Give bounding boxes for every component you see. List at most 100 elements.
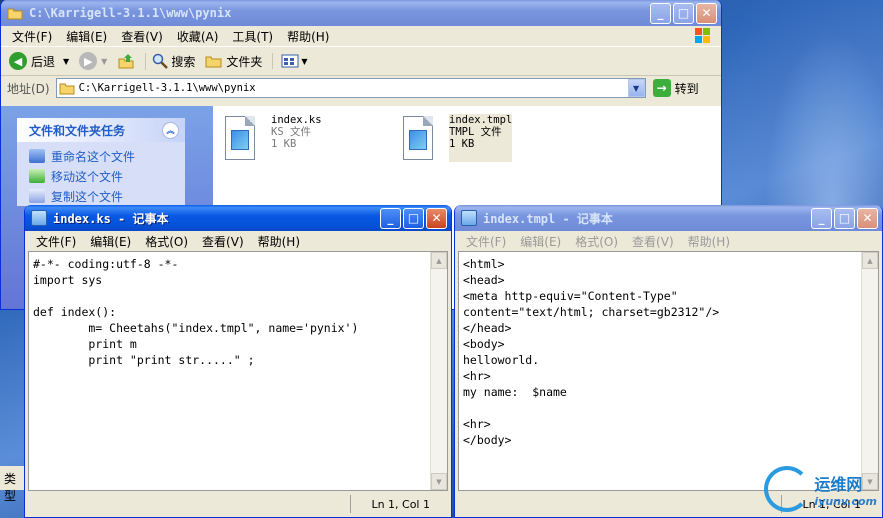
menu-format[interactable]: 格式(O): [138, 233, 195, 250]
search-icon: [153, 53, 169, 69]
close-button[interactable]: ✕: [426, 207, 447, 229]
watermark-line1: 运维网: [814, 474, 863, 494]
back-arrow-icon: ◀: [9, 52, 27, 70]
file-item-index-ks[interactable]: index.ks KS 文件 1 KB: [221, 114, 322, 162]
chevron-down-icon[interactable]: ▼: [63, 57, 69, 66]
scroll-down-icon[interactable]: ▼: [431, 473, 447, 490]
vertical-scrollbar[interactable]: ▲ ▼: [861, 252, 878, 490]
file-name: index.tmpl: [449, 114, 513, 126]
scroll-up-icon[interactable]: ▲: [862, 252, 878, 269]
chevron-down-icon: ▼: [101, 56, 108, 66]
maximize-button[interactable]: □: [403, 207, 424, 229]
forward-arrow-icon: ▶: [79, 52, 98, 70]
explorer-menubar: 文件(F) 编辑(E) 查看(V) 收藏(A) 工具(T) 帮助(H): [1, 26, 721, 46]
watermark-line2: iyunv.com: [814, 494, 877, 508]
file-icon: [221, 114, 259, 162]
menu-format[interactable]: 格式(O): [568, 233, 625, 250]
file-size: 1 KB: [271, 138, 297, 150]
explorer-toolbar: ◀ 后退 ▼ ▶ ▼ 搜索 文件夹 ▼: [1, 46, 721, 76]
notepad-titlebar[interactable]: index.ks - 记事本 _ □ ✕: [25, 205, 451, 231]
minimize-button[interactable]: _: [380, 207, 401, 229]
go-button[interactable]: → 转到: [652, 79, 699, 97]
notepad-menubar: 文件(F) 编辑(E) 格式(O) 查看(V) 帮助(H): [25, 231, 451, 251]
folders-label: 文件夹: [226, 54, 263, 69]
notepad-menubar: 文件(F) 编辑(E) 格式(O) 查看(V) 帮助(H): [455, 231, 882, 251]
menu-view[interactable]: 查看(V): [625, 233, 681, 250]
go-label: 转到: [674, 81, 699, 96]
back-label: 后退: [31, 54, 56, 69]
address-label: 地址(D): [7, 81, 50, 96]
minimize-button[interactable]: _: [811, 207, 832, 229]
file-item-index-tmpl[interactable]: index.tmpl TMPL 文件 1 KB: [399, 114, 513, 162]
up-folder-icon: [118, 54, 134, 69]
up-folder-button[interactable]: [117, 52, 135, 70]
menu-view[interactable]: 查看(V): [114, 28, 170, 45]
address-value: C:\Karrigell-3.1.1\www\pynix: [78, 82, 256, 94]
rename-icon: [29, 149, 45, 163]
forward-button[interactable]: ▶ ▼: [79, 52, 107, 70]
site-watermark: 运维网 iyunv.com: [764, 466, 877, 512]
search-button[interactable]: 搜索: [145, 52, 196, 70]
copy-icon: [29, 189, 45, 203]
views-button[interactable]: ▼: [272, 53, 308, 69]
task-label: 复制这个文件: [51, 189, 124, 204]
address-bar: 地址(D) C:\Karrigell-3.1.1\www\pynix ▼ → 转…: [1, 76, 721, 100]
menu-edit[interactable]: 编辑(E): [59, 28, 114, 45]
collapse-chevron-icon[interactable]: ︽: [162, 121, 179, 139]
task-panel-header[interactable]: 文件和文件夹任务 ︽: [17, 118, 185, 142]
window-title: index.ks - 记事本: [53, 211, 169, 226]
windows-logo-icon: [695, 28, 710, 43]
notepad-window-index-ks: index.ks - 记事本 _ □ ✕ 文件(F) 编辑(E) 格式(O) 查…: [24, 205, 452, 518]
explorer-status-fragment: 类型: [0, 466, 26, 503]
minimize-button[interactable]: _: [650, 2, 671, 24]
watermark-logo-icon: [764, 466, 811, 512]
file-meta: index.tmpl TMPL 文件 1 KB: [449, 114, 513, 162]
notepad-icon: [461, 210, 477, 226]
move-icon: [29, 169, 45, 183]
file-type: TMPL 文件: [449, 126, 502, 138]
editor-text[interactable]: <html> <head> <meta http-equiv="Content-…: [459, 252, 861, 490]
window-title: index.tmpl - 记事本: [483, 211, 613, 226]
folders-button[interactable]: 文件夹: [205, 53, 262, 70]
address-dropdown-button[interactable]: ▼: [627, 79, 645, 97]
editor-text[interactable]: #-*- coding:utf-8 -*- import sys def ind…: [29, 252, 430, 490]
menu-edit[interactable]: 编辑(E): [83, 233, 138, 250]
menu-file[interactable]: 文件(F): [5, 28, 59, 45]
menu-view[interactable]: 查看(V): [195, 233, 251, 250]
cursor-position: Ln 1, Col 1: [350, 495, 448, 513]
explorer-titlebar[interactable]: C:\Karrigell-3.1.1\www\pynix _ □ ✕: [1, 0, 721, 26]
chevron-down-icon: ▼: [301, 56, 308, 66]
folder-icon: [7, 8, 23, 20]
file-size: 1 KB: [449, 138, 475, 150]
address-input[interactable]: C:\Karrigell-3.1.1\www\pynix: [55, 78, 646, 98]
search-label: 搜索: [171, 54, 196, 69]
menu-tools[interactable]: 工具(T): [225, 28, 280, 45]
menu-file[interactable]: 文件(F): [459, 233, 513, 250]
folder-icon: [59, 83, 75, 95]
file-icon: [399, 114, 437, 162]
vertical-scrollbar[interactable]: ▲ ▼: [430, 252, 447, 490]
task-rename-file[interactable]: 重命名这个文件: [17, 146, 185, 166]
views-icon: [281, 54, 299, 68]
close-button[interactable]: ✕: [857, 207, 878, 229]
text-area-container: <html> <head> <meta http-equiv="Content-…: [458, 251, 879, 491]
file-folder-tasks-panel: 文件和文件夹任务 ︽ 重命名这个文件 移动这个文件 复制这个文件: [17, 118, 185, 206]
menu-help[interactable]: 帮助(H): [280, 28, 336, 45]
menu-edit[interactable]: 编辑(E): [513, 233, 568, 250]
folders-icon: [205, 56, 222, 68]
scroll-up-icon[interactable]: ▲: [431, 252, 447, 269]
menu-file[interactable]: 文件(F): [29, 233, 83, 250]
notepad-titlebar[interactable]: index.tmpl - 记事本 _ □ ✕: [455, 205, 882, 231]
window-title: C:\Karrigell-3.1.1\www\pynix: [29, 6, 232, 20]
maximize-button[interactable]: □: [673, 2, 694, 24]
task-copy-file[interactable]: 复制这个文件: [17, 186, 185, 206]
maximize-button[interactable]: □: [834, 207, 855, 229]
menu-help[interactable]: 帮助(H): [681, 233, 737, 250]
notepad-icon: [31, 210, 47, 226]
menu-help[interactable]: 帮助(H): [251, 233, 307, 250]
file-type: KS 文件: [271, 126, 311, 138]
back-button[interactable]: ◀ 后退 ▼: [9, 52, 69, 70]
task-move-file[interactable]: 移动这个文件: [17, 166, 185, 186]
menu-favorites[interactable]: 收藏(A): [170, 28, 226, 45]
close-button[interactable]: ✕: [696, 2, 717, 24]
